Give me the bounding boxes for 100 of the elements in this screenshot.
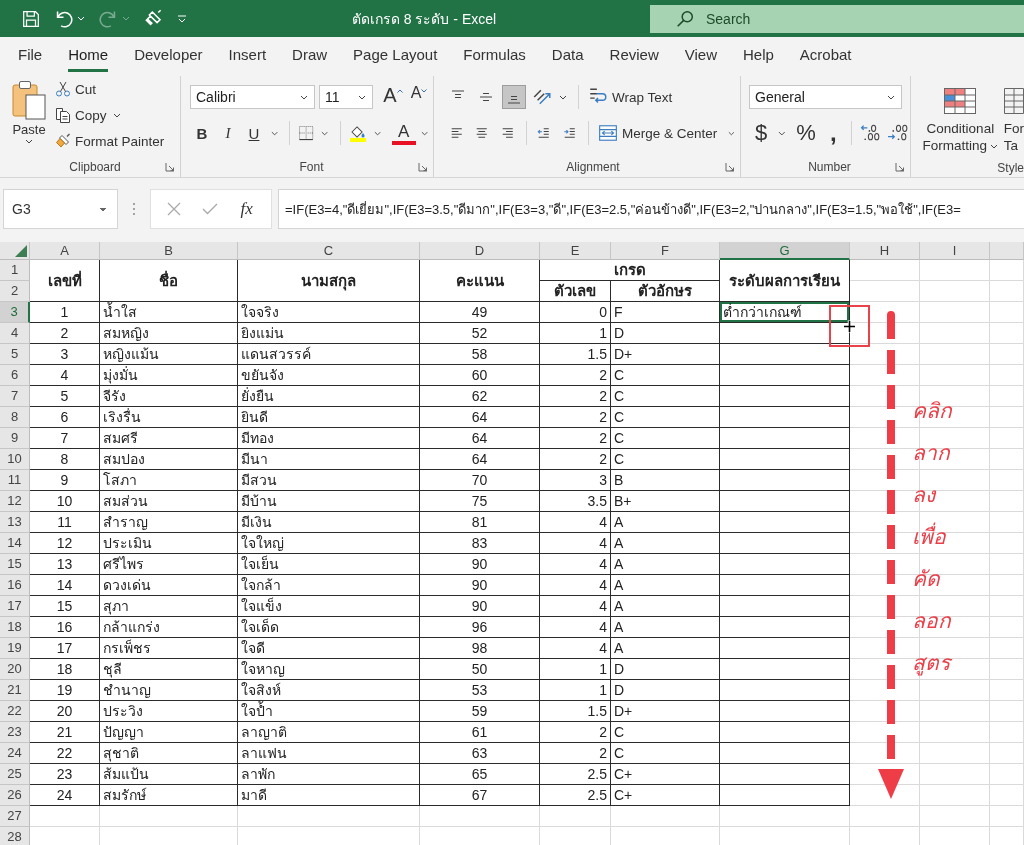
ribbon-tab[interactable]: Developer [134, 37, 203, 72]
borders-icon[interactable] [298, 124, 315, 142]
ribbon-tab[interactable]: Acrobat [799, 37, 852, 72]
caret-icon[interactable] [25, 139, 33, 144]
align-bottom-icon[interactable] [502, 85, 526, 109]
row-header[interactable]: 4 [0, 323, 30, 344]
ribbon-tab[interactable]: View [684, 37, 717, 72]
empty-cell [850, 344, 920, 365]
save-icon[interactable] [22, 9, 40, 28]
dialog-launcher-icon[interactable] [725, 162, 735, 172]
copy-button[interactable]: Copy [52, 102, 110, 128]
corner-triangle-icon[interactable] [15, 245, 27, 257]
ribbon-tab[interactable]: Home [68, 37, 109, 72]
caret-icon[interactable] [271, 130, 279, 136]
dialog-launcher-icon[interactable] [165, 162, 175, 172]
undo-icon[interactable] [54, 9, 73, 28]
grow-font-button[interactable]: A [381, 84, 405, 110]
ribbon-tab[interactable]: Draw [292, 37, 328, 72]
caret-icon[interactable] [112, 112, 121, 118]
bold-button[interactable]: B [190, 120, 214, 146]
ribbon-tab[interactable]: Data [551, 37, 584, 72]
ribbon-tab[interactable]: Help [743, 37, 774, 72]
column-header[interactable]: B [100, 242, 238, 260]
ribbon-tab[interactable]: File [18, 37, 43, 72]
row-header[interactable]: 22 [0, 701, 30, 722]
row-header[interactable]: 12 [0, 491, 30, 512]
currency-button[interactable]: $ [749, 120, 773, 146]
italic-button[interactable]: I [216, 120, 240, 146]
column-header[interactable]: E [540, 242, 611, 260]
orientation-icon[interactable] [532, 87, 552, 107]
format-as-table-button[interactable]: For Ta [1001, 82, 1024, 158]
column-header[interactable]: F [611, 242, 720, 260]
column-header[interactable]: A [30, 242, 100, 260]
caret-icon[interactable] [321, 130, 329, 136]
row-header[interactable]: 25 [0, 764, 30, 785]
row-header[interactable]: 16 [0, 575, 30, 596]
decrease-decimal-icon[interactable] [887, 123, 908, 143]
paste-button[interactable]: Paste [10, 76, 48, 148]
comma-style-button[interactable]: , [821, 120, 846, 146]
row-header[interactable]: 20 [0, 659, 30, 680]
ribbon-tab[interactable]: Insert [228, 37, 267, 72]
insert-function-button[interactable]: fx [238, 199, 255, 219]
row-header[interactable]: 17 [0, 596, 30, 617]
ribbon-tab[interactable]: Page Layout [353, 37, 438, 72]
row-header[interactable]: 27 [0, 806, 30, 827]
dialog-launcher-icon[interactable] [418, 162, 428, 172]
row-header[interactable]: 5 [0, 344, 30, 365]
row-header[interactable]: 2 [0, 281, 30, 302]
caret-icon[interactable] [420, 130, 428, 136]
column-header[interactable]: C [238, 242, 420, 260]
row-header[interactable]: 7 [0, 386, 30, 407]
font-size-dropdown[interactable]: 11 [319, 85, 373, 109]
customize-toolbar-icon[interactable] [177, 14, 187, 23]
row-header[interactable]: 10 [0, 449, 30, 470]
row-header[interactable]: 13 [0, 512, 30, 533]
merge-center-button[interactable]: Merge & Center [594, 120, 721, 146]
row-header[interactable]: 3 [0, 302, 30, 323]
search-field[interactable]: Search [650, 4, 1024, 33]
row-header[interactable]: 26 [0, 785, 30, 806]
caret-icon[interactable] [778, 130, 786, 136]
conditional-formatting-button[interactable]: Conditional Formatting [921, 82, 1000, 158]
row-header[interactable]: 28 [0, 827, 30, 845]
row-header[interactable]: 18 [0, 617, 30, 638]
font-color-button[interactable]: A [391, 121, 416, 145]
column-header[interactable]: D [420, 242, 540, 260]
dialog-launcher-icon[interactable] [895, 162, 905, 172]
table-cell: 81 [420, 512, 540, 533]
shrink-font-button[interactable]: A [407, 84, 431, 110]
percent-button[interactable]: % [792, 120, 820, 146]
row-header[interactable]: 15 [0, 554, 30, 575]
paintbrush-icon[interactable] [144, 9, 163, 28]
column-header[interactable]: H [850, 242, 920, 260]
name-box[interactable]: G3 [3, 189, 118, 229]
caret-icon[interactable] [373, 130, 381, 136]
row-header[interactable]: 23 [0, 722, 30, 743]
wrap-text-button[interactable]: Wrap Text [585, 84, 676, 110]
ribbon-tab[interactable]: Formulas [463, 37, 526, 72]
row-header[interactable]: 11 [0, 470, 30, 491]
underline-button[interactable]: U [242, 120, 266, 146]
format-painter-button[interactable]: Format Painter [52, 128, 168, 154]
row-header[interactable]: 9 [0, 428, 30, 449]
row-header[interactable]: 6 [0, 365, 30, 386]
font-name-dropdown[interactable]: Calibri [190, 85, 315, 109]
row-header[interactable]: 19 [0, 638, 30, 659]
increase-decimal-icon[interactable] [860, 123, 882, 143]
row-header[interactable]: 21 [0, 680, 30, 701]
caret-icon[interactable] [559, 94, 567, 100]
ribbon-tab[interactable]: Review [609, 37, 659, 72]
formula-field[interactable]: =IF(E3=4,"ดีเยี่ยม",IF(E3=3.5,"ดีมาก",IF(E3=3,"ดี",IF(E3=2.5,"ค่อนข้างดี",IF(E3=2,"ปานกลาง",IF(E3=1.5,"พอใช้",IF(E3= [278, 189, 1024, 229]
cut-button[interactable]: Cut [52, 76, 168, 102]
number-format-dropdown[interactable]: General [749, 85, 902, 109]
row-header[interactable]: 14 [0, 533, 30, 554]
row-header[interactable]: 1 [0, 260, 30, 281]
row-header[interactable]: 24 [0, 743, 30, 764]
empty-cell [990, 449, 1024, 470]
column-header[interactable]: I [920, 242, 990, 260]
row-header[interactable]: 8 [0, 407, 30, 428]
cancel-icon[interactable] [167, 202, 182, 216]
column-header[interactable]: G [720, 242, 850, 260]
check-icon[interactable] [201, 203, 218, 215]
